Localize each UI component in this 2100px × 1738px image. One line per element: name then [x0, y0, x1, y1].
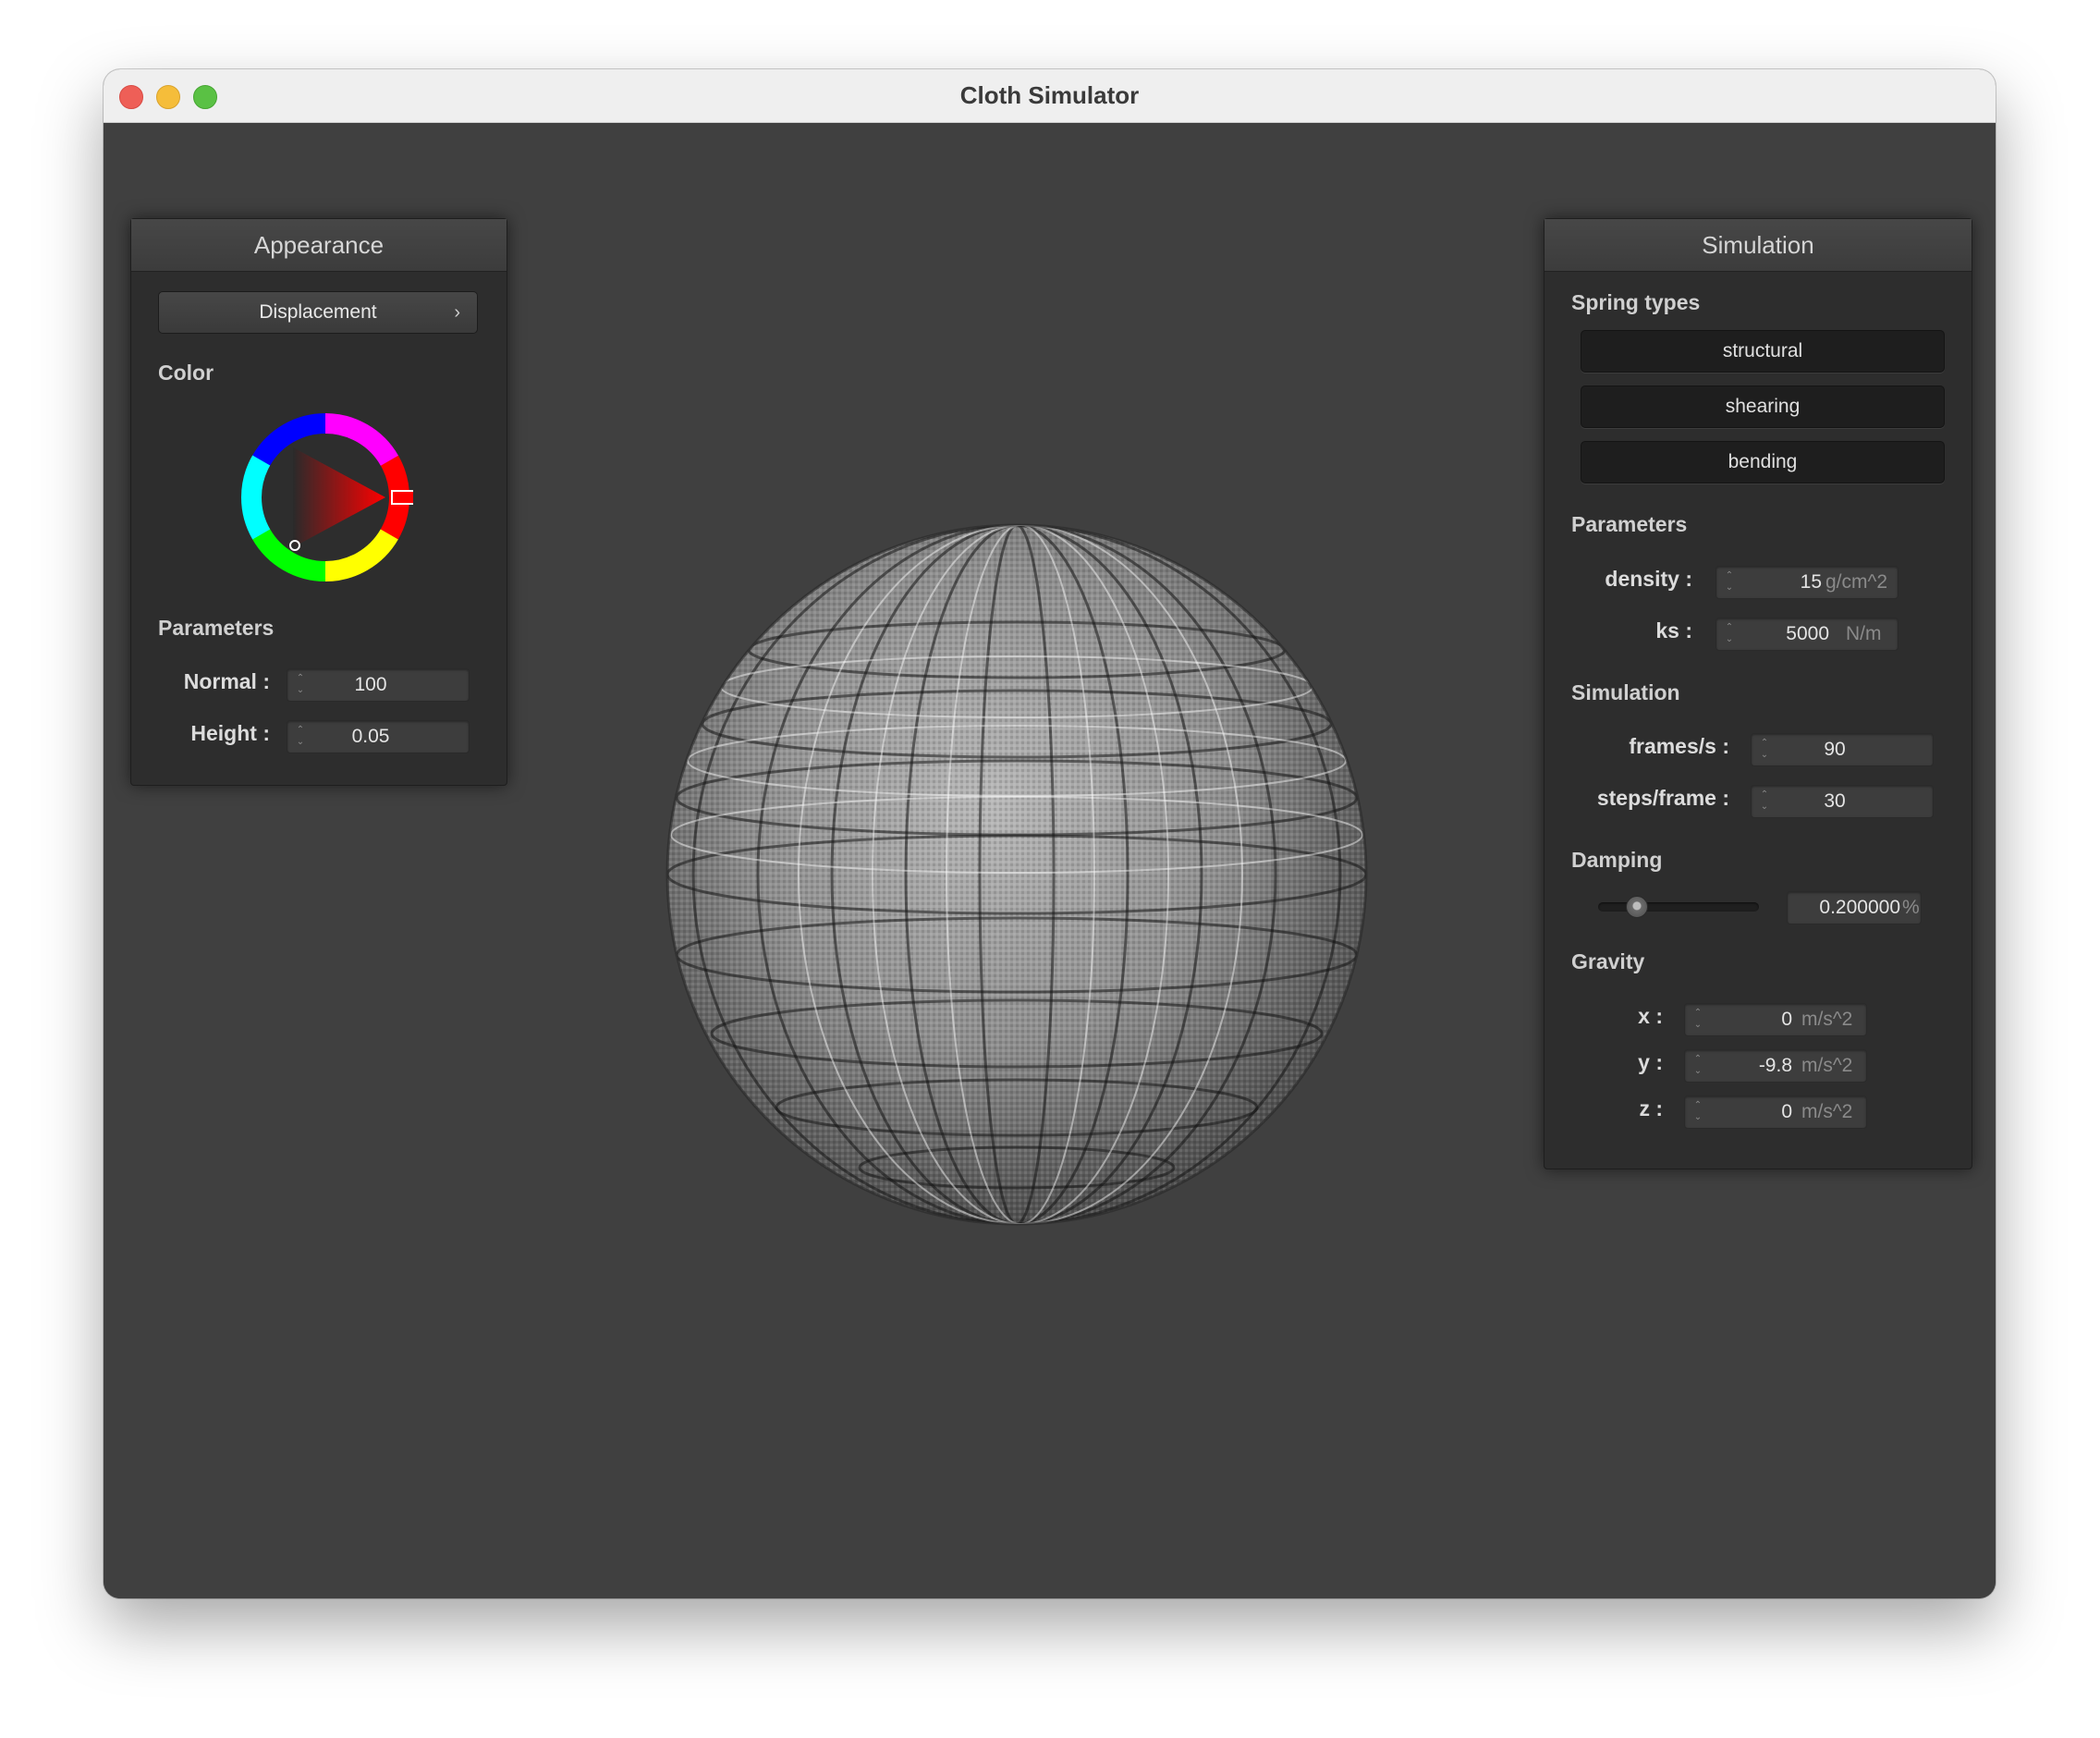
gravity-label: Gravity — [1571, 949, 1645, 973]
damping-label: Damping — [1571, 848, 1663, 872]
gravity-x-label: x : — [1638, 1004, 1663, 1028]
density-input[interactable]: ⌃ ⌄ 15 g/cm^2 — [1715, 566, 1899, 599]
shader-select-label: Displacement — [259, 301, 377, 323]
appearance-parameters-label: Parameters — [158, 616, 275, 640]
chevron-right-icon: › — [454, 302, 460, 323]
window-title: Cloth Simulator — [959, 81, 1140, 109]
ks-label: ks : — [1655, 618, 1692, 643]
damping-slider-track[interactable] — [1598, 902, 1759, 912]
density-unit: g/cm^2 — [1825, 571, 1888, 593]
height-label: Height : — [190, 721, 270, 745]
gravity-y-unit: m/s^2 — [1801, 1055, 1853, 1076]
steps-value: 30 — [1824, 790, 1846, 812]
gravity-x-value: 0 — [1781, 1009, 1792, 1030]
title-bar[interactable]: Cloth Simulator — [104, 69, 1996, 123]
shader-select-button[interactable]: Displacement › — [158, 291, 478, 334]
fps-input[interactable]: ⌃ ⌄ 90 — [1751, 733, 1934, 766]
gravity-y-value: -9.8 — [1758, 1055, 1792, 1076]
saturation-value-triangle[interactable] — [293, 447, 385, 547]
stepper-icon[interactable]: ⌃ ⌄ — [295, 724, 306, 750]
density-value: 15 — [1800, 571, 1822, 593]
normal-value: 100 — [354, 674, 387, 695]
damping-value-box[interactable]: 0.200000 % — [1787, 891, 1922, 924]
gravity-z-label: z : — [1639, 1096, 1663, 1120]
simulation-panel-title[interactable]: Simulation — [1544, 219, 1972, 272]
stepper-icon[interactable]: ⌃ ⌄ — [1692, 1053, 1703, 1079]
structural-button[interactable]: structural — [1581, 330, 1945, 373]
height-input[interactable]: ⌃ ⌄ 0.05 — [287, 720, 470, 753]
normal-input[interactable]: ⌃ ⌄ 100 — [287, 668, 470, 702]
stepper-icon[interactable]: ⌃ ⌄ — [1724, 569, 1735, 595]
hue-picker-handle[interactable] — [391, 490, 413, 505]
simulation-section-label: Simulation — [1571, 680, 1680, 704]
spring-types-label: Spring types — [1571, 290, 1701, 314]
height-value: 0.05 — [351, 726, 390, 747]
appearance-panel: Appearance Displacement › Color Paramete… — [130, 218, 507, 786]
gravity-y-input[interactable]: ⌃ ⌄ -9.8 m/s^2 — [1684, 1049, 1867, 1083]
appearance-panel-title[interactable]: Appearance — [131, 219, 507, 272]
color-section-label: Color — [158, 361, 214, 385]
ks-unit: N/m — [1846, 623, 1882, 644]
stepper-icon[interactable]: ⌃ ⌄ — [1692, 1099, 1703, 1125]
normal-label: Normal : — [183, 669, 270, 693]
gravity-x-unit: m/s^2 — [1801, 1009, 1853, 1030]
stepper-icon[interactable]: ⌃ ⌄ — [1692, 1007, 1703, 1033]
gravity-x-input[interactable]: ⌃ ⌄ 0 m/s^2 — [1684, 1003, 1867, 1036]
sim-parameters-label: Parameters — [1571, 512, 1688, 536]
ks-input[interactable]: ⌃ ⌄ 5000 N/m — [1715, 618, 1899, 651]
fps-value: 90 — [1824, 739, 1846, 760]
steps-input[interactable]: ⌃ ⌄ 30 — [1751, 785, 1934, 818]
damping-slider-knob[interactable] — [1626, 896, 1649, 918]
color-wheel[interactable] — [238, 410, 413, 585]
ks-value: 5000 — [1786, 623, 1829, 644]
app-window: Cloth Simulator Appearance Displacement … — [104, 69, 1996, 1598]
gravity-z-value: 0 — [1781, 1101, 1792, 1122]
stepper-icon[interactable]: ⌃ ⌄ — [295, 672, 306, 698]
shearing-button[interactable]: shearing — [1581, 386, 1945, 428]
steps-label: steps/frame : — [1596, 786, 1729, 810]
simulation-panel: Simulation Spring types structural shear… — [1544, 218, 1972, 1169]
damping-value: 0.200000 — [1819, 897, 1900, 918]
gravity-z-unit: m/s^2 — [1801, 1101, 1853, 1122]
bending-button[interactable]: bending — [1581, 441, 1945, 483]
stepper-icon[interactable]: ⌃ ⌄ — [1724, 621, 1735, 647]
gravity-z-input[interactable]: ⌃ ⌄ 0 m/s^2 — [1684, 1095, 1867, 1129]
fps-label: frames/s : — [1629, 734, 1729, 758]
stepper-icon[interactable]: ⌃ ⌄ — [1759, 737, 1770, 763]
gravity-y-label: y : — [1638, 1050, 1663, 1074]
render-viewport[interactable]: Appearance Displacement › Color Paramete… — [104, 123, 1996, 1598]
stepper-icon[interactable]: ⌃ ⌄ — [1759, 789, 1770, 814]
density-label: density : — [1605, 567, 1692, 591]
damping-unit: % — [1902, 897, 1920, 918]
